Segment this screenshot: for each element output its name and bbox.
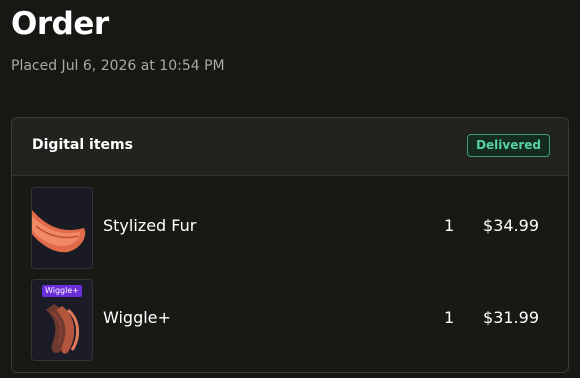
card-title: Digital items <box>32 137 133 153</box>
page-title: Order <box>11 6 109 42</box>
order-placed-date: Placed Jul 6, 2026 at 10:54 PM <box>11 58 225 74</box>
item-name[interactable]: Stylized Fur <box>103 216 196 236</box>
card-header: Digital items Delivered <box>12 118 568 176</box>
item-quantity: 1 <box>444 308 455 327</box>
item-quantity: 1 <box>444 216 455 235</box>
digital-items-card: Digital items Delivered Stylized Fur 1 $… <box>11 117 569 373</box>
item-price: $31.99 <box>483 308 539 327</box>
item-row[interactable]: Wiggle+ Wiggle+ 1 $31.99 <box>12 279 568 361</box>
status-badge: Delivered <box>467 134 550 157</box>
thumbnail-tag: Wiggle+ <box>42 285 82 297</box>
item-row[interactable]: Stylized Fur 1 $34.99 <box>12 187 568 269</box>
item-thumbnail[interactable]: Wiggle+ <box>31 279 93 361</box>
item-price: $34.99 <box>483 216 539 235</box>
item-name[interactable]: Wiggle+ <box>103 308 171 328</box>
orange-fur-tuft-image <box>32 188 92 268</box>
item-thumbnail[interactable] <box>31 187 93 269</box>
